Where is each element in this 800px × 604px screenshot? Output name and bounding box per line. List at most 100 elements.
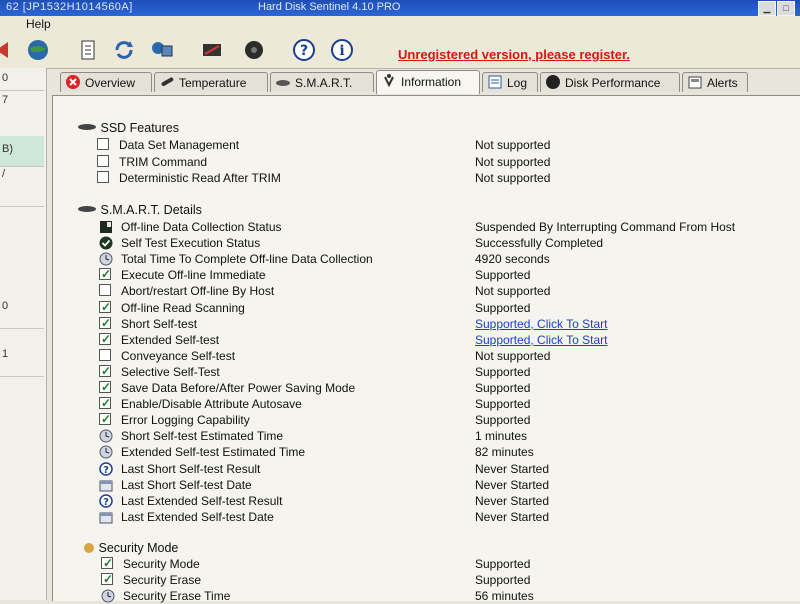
- disk-icon: [78, 206, 96, 212]
- svg-text:?: ?: [103, 465, 109, 476]
- tab-overview[interactable]: Overview: [60, 72, 152, 92]
- info-icon: i: [331, 39, 353, 61]
- tab-information[interactable]: Information: [376, 70, 480, 94]
- disk-icon: [78, 124, 96, 130]
- window-title: Hard Disk Sentinel 4.10 PRO: [258, 1, 401, 13]
- checkbox-checked: [99, 266, 111, 282]
- row-label: Extended Self-test: [121, 332, 220, 347]
- disk-list-pane: 0 7 B) / 0 1: [0, 68, 47, 600]
- smart-row-abort-restart-off-line-by-host: Abort/restart Off-line By Host Not suppor…: [99, 283, 793, 299]
- smart-row-off-line-read-scanning: Off-line Read Scanning Supported: [99, 299, 793, 316]
- row-value: Not supported: [475, 171, 551, 185]
- checkbox-checked: [99, 363, 111, 379]
- tab-disk-performance[interactable]: Disk Performance: [540, 72, 680, 92]
- toolbar-info-button[interactable]: i: [330, 38, 354, 62]
- calendar-icon: [99, 480, 113, 492]
- toolbar-back-button[interactable]: [0, 38, 16, 62]
- row-value: Never Started: [475, 509, 550, 524]
- row-value: Not supported: [475, 154, 551, 169]
- checkbox-unchecked: [97, 154, 109, 167]
- row-value: 1 minutes: [475, 429, 528, 444]
- row-label: Extended Self-test Estimated Time: [121, 445, 306, 460]
- checkbox-checked: [99, 315, 111, 331]
- toolbar-disk-button[interactable]: [200, 38, 224, 62]
- toolbar-refresh-button[interactable]: [112, 38, 136, 62]
- row-value: 56 minutes: [475, 589, 534, 603]
- row-value: Not supported: [475, 348, 551, 363]
- menu-help[interactable]: Help: [26, 17, 51, 31]
- clock-icon: [101, 589, 115, 603]
- row-value: 82 minutes: [475, 445, 534, 460]
- security-row-security-erase: Security Erase Supported: [101, 571, 793, 588]
- smart-row-short-self-test: Short Self-test Supported, Click To Start: [99, 315, 793, 332]
- checkbox-checked: [99, 331, 111, 347]
- row-value: Never Started: [475, 493, 550, 508]
- row-label: Conveyance Self-test: [121, 348, 236, 363]
- row-label: Short Self-test: [121, 316, 198, 331]
- row-value: Supported: [475, 381, 531, 395]
- tab-log[interactable]: Log: [482, 72, 538, 92]
- disk-list-item-selected[interactable]: B): [0, 136, 44, 167]
- question-icon: ?: [99, 493, 113, 508]
- row-label: TRIM Command: [119, 154, 208, 169]
- checkbox-checked: [101, 555, 113, 571]
- row-label: Save Data Before/After Power Saving Mode: [121, 381, 356, 395]
- row-label: Last Short Self-test Date: [121, 477, 252, 492]
- toolbar-globe-button[interactable]: [26, 38, 50, 62]
- svg-text:?: ?: [103, 497, 109, 508]
- tab-smart[interactable]: S.M.A.R.T.: [270, 72, 374, 92]
- smart-row-execute-off-line-immediate: Execute Off-line Immediate Supported: [99, 266, 793, 283]
- thermometer-icon: [161, 77, 174, 86]
- row-value: Not supported: [475, 138, 551, 152]
- row-label: Off-line Data Collection Status: [121, 220, 282, 234]
- security-row-security-mode: Security Mode Supported: [101, 555, 793, 572]
- row-value: Not supported: [475, 284, 551, 299]
- smart-row-selective-self-test: Selective Self-Test Supported: [99, 363, 793, 380]
- row-value: Supported: [475, 573, 531, 587]
- calendar-icon: [99, 512, 113, 524]
- checkbox-checked: [99, 411, 111, 427]
- row-label: Abort/restart Off-line By Host: [121, 284, 275, 299]
- start-test-link[interactable]: Supported, Click To Start: [475, 332, 608, 348]
- info-icon: [384, 74, 394, 88]
- row-label: Self Test Execution Status: [121, 236, 261, 251]
- maximize-button[interactable]: □: [777, 1, 795, 16]
- tab-temperature[interactable]: Temperature: [154, 72, 268, 92]
- row-value: Successfully Completed: [475, 236, 604, 251]
- row-label: Short Self-test Estimated Time: [121, 429, 284, 444]
- disk-list-item[interactable]: /: [0, 166, 44, 207]
- checkbox-checked: [101, 571, 113, 587]
- smart-row-conveyance-self-test: Conveyance Self-test Not supported: [99, 348, 793, 364]
- smart-row-save-data-before-after-power-saving-mode: Save Data Before/After Power Saving Mode…: [99, 379, 793, 396]
- disk-list-item[interactable]: 0: [0, 68, 44, 91]
- disk-list-item[interactable]: 1: [0, 328, 44, 377]
- toolbar-report-button[interactable]: [76, 38, 100, 62]
- toolbar-network-button[interactable]: [150, 38, 174, 62]
- minimize-button[interactable]: ▁: [758, 1, 776, 16]
- clock-icon: [99, 429, 113, 443]
- row-label: Last Extended Self-test Date: [121, 509, 274, 524]
- row-label: Security Erase Time: [123, 589, 231, 603]
- row-label: Deterministic Read After TRIM: [119, 171, 281, 185]
- toolbar-help-button[interactable]: ?: [292, 38, 316, 62]
- tab-alerts[interactable]: Alerts: [682, 72, 748, 92]
- row-value: Supported: [475, 300, 531, 315]
- ssd-row-deterministic-read-after-trim: Deterministic Read After TRIM Not support…: [97, 170, 793, 186]
- unregistered-link[interactable]: Unregistered version, please register.: [398, 47, 630, 62]
- toolbar-settings-button[interactable]: [242, 38, 266, 62]
- smart-row-extended-self-test-estimated-time: Extended Self-test Estimated Time 82 minu…: [99, 444, 793, 460]
- row-label: Total Time To Complete Off-line Data Col…: [121, 252, 373, 267]
- toolbar: ? i Unregistered version, please registe…: [0, 32, 800, 69]
- svg-text:i: i: [339, 43, 344, 59]
- checkbox-unchecked: [99, 284, 111, 297]
- checkbox-checked: [99, 379, 111, 395]
- row-value: Never Started: [475, 477, 550, 492]
- disk-list-item[interactable]: 0: [0, 280, 44, 329]
- checkbox-checked: [99, 395, 111, 411]
- disk-list-item[interactable]: 7: [0, 90, 44, 137]
- title-bar: 62 [JP1532H1014560A] Hard Disk Sentinel …: [0, 0, 800, 16]
- checkbox-checked: [99, 299, 111, 315]
- row-value: Supported: [475, 413, 531, 428]
- start-test-link[interactable]: Supported, Click To Start: [475, 316, 608, 332]
- ssd-row-data-set-management: Data Set Management Not supported: [97, 137, 793, 153]
